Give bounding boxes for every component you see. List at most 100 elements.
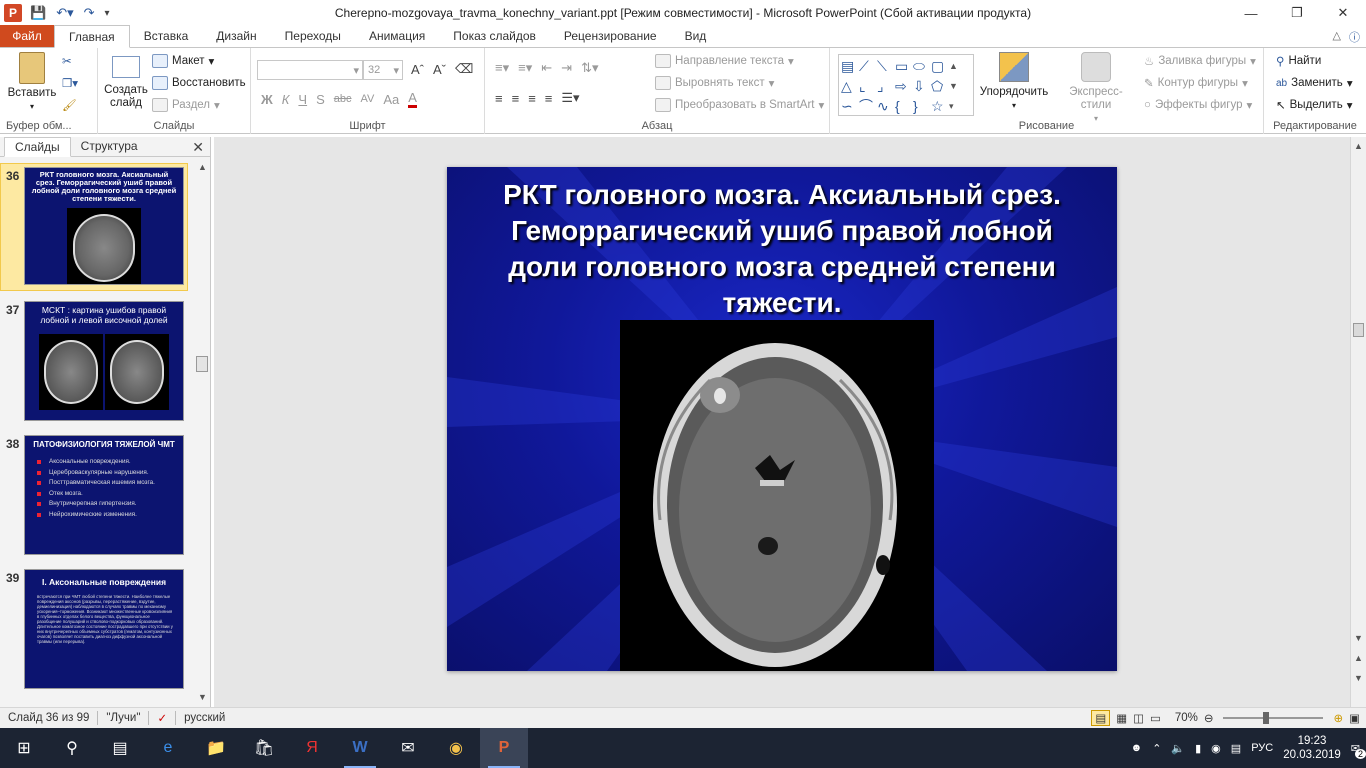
zoom-slider[interactable] (1223, 712, 1324, 724)
help-icon[interactable]: ⓘ (1349, 29, 1360, 45)
theme-name[interactable]: "Лучи" (106, 712, 140, 724)
close-icon[interactable]: ✕ (1320, 0, 1366, 26)
yandex-browser-icon[interactable]: Я (288, 728, 336, 768)
underline-button[interactable]: Ч (298, 92, 307, 107)
copy-button[interactable]: ❐▾ (62, 76, 78, 90)
zoom-slider-knob[interactable] (1263, 712, 1270, 724)
close-panel-icon[interactable]: ✕ (192, 139, 204, 156)
cut-button[interactable]: ✂ (62, 54, 72, 68)
tab-insert[interactable]: Вставка (130, 25, 203, 47)
tab-design[interactable]: Дизайн (202, 25, 270, 47)
tab-home[interactable]: Главная (54, 25, 130, 48)
tab-file[interactable]: Файл (0, 25, 54, 47)
powerpoint-taskbar-icon[interactable]: P (480, 728, 528, 768)
redo-icon[interactable]: ↷ (84, 5, 95, 21)
smartart-button[interactable]: Преобразовать в SmartArt ▾ (655, 98, 824, 112)
panel-scrollbar[interactable]: ▲ ▼ (194, 160, 210, 705)
normal-view-icon[interactable]: ▤ (1091, 710, 1111, 726)
scroll-down-icon[interactable]: ▼ (1354, 633, 1363, 643)
shadow-button[interactable]: S (316, 92, 325, 107)
layout-button[interactable]: Макет ▾ (152, 54, 214, 68)
tab-slides-panel[interactable]: Слайды (4, 137, 71, 157)
triangle-shape-icon[interactable]: △ (841, 76, 859, 96)
arrow-right-shape-icon[interactable]: ⇨ (895, 76, 913, 96)
shapes-gallery[interactable]: ▤ ⟋ ⟍ ▭ ⬭ ▢ ▲ △ ⌞ ⌟ ⇨ ⇩ ⬠ ▼ ∽ ⌒ ∿{} ☆ ▾ (838, 54, 974, 116)
volume-icon[interactable]: 🔈 (1171, 742, 1185, 755)
star-shape-icon[interactable]: ☆ (931, 96, 949, 116)
powerpoint-app-icon[interactable]: P (4, 4, 22, 22)
undo-icon[interactable]: ↶▾ (56, 5, 73, 21)
curve-shape-icon[interactable]: ∽ (841, 96, 859, 116)
minimize-ribbon-icon[interactable]: △ (1333, 29, 1341, 45)
textbox-shape-icon[interactable]: ▤ (841, 56, 859, 76)
slideshow-icon[interactable]: ▭ (1150, 711, 1161, 725)
minimize-icon[interactable]: — (1228, 0, 1274, 26)
numbering-icon[interactable]: ≡▾ (518, 60, 532, 76)
windows-start-icon[interactable]: ⊞ (0, 728, 48, 768)
network-icon[interactable]: ▤ (1231, 742, 1241, 755)
tab-animation[interactable]: Анимация (355, 25, 439, 47)
bullets-icon[interactable]: ≡▾ (495, 60, 509, 76)
grow-font-icon[interactable]: Aˆ (411, 62, 424, 77)
battery-icon[interactable]: ▮ (1195, 742, 1201, 755)
tab-outline-panel[interactable]: Структура (71, 136, 148, 156)
edge-browser-icon[interactable]: e (144, 728, 192, 768)
input-language[interactable]: РУС (1251, 742, 1273, 754)
zoom-level[interactable]: 70% (1175, 712, 1198, 724)
tab-view[interactable]: Вид (671, 25, 721, 47)
scroll-up-icon[interactable]: ▲ (198, 162, 207, 172)
shrink-font-icon[interactable]: Aˇ (433, 62, 446, 77)
align-text-button[interactable]: Выровнять текст ▾ (655, 76, 774, 90)
text-direction-button[interactable]: Направление текста ▾ (655, 54, 794, 68)
search-icon[interactable]: ⚲ (48, 728, 96, 768)
select-button[interactable]: ↖ Выделить ▾ (1276, 98, 1352, 112)
align-left-icon[interactable]: ≡ (495, 91, 503, 106)
mail-icon[interactable]: ✉ (384, 728, 432, 768)
section-button[interactable]: Раздел ▾ (152, 98, 220, 112)
arrow-down-shape-icon[interactable]: ⇩ (913, 76, 931, 96)
arrange-button[interactable]: Упорядочить ▾ (978, 52, 1050, 112)
align-center-icon[interactable]: ≡ (512, 91, 520, 106)
save-icon[interactable]: 💾 (30, 5, 46, 21)
file-explorer-icon[interactable]: 📁 (192, 728, 240, 768)
roundrect-shape-icon[interactable]: ▢ (931, 56, 949, 76)
line-spacing-icon[interactable]: ⇅▾ (581, 60, 598, 76)
tab-slideshow[interactable]: Показ слайдов (439, 25, 550, 47)
bold-button[interactable]: Ж (261, 92, 273, 107)
replace-button[interactable]: ab Заменить ▾ (1276, 76, 1353, 90)
clock[interactable]: 19:23 20.03.2019 (1283, 734, 1341, 762)
find-button[interactable]: ⚲ Найти (1276, 54, 1321, 68)
scroll-up-icon[interactable]: ▲ (1354, 141, 1363, 151)
freeform-shape-icon[interactable]: ∿ (877, 96, 895, 116)
shape-fill-button[interactable]: ♨ Заливка фигуры ▾ (1144, 54, 1256, 68)
task-view-icon[interactable]: ▤ (96, 728, 144, 768)
line2-shape-icon[interactable]: ⟍ (877, 56, 895, 76)
slide-title[interactable]: РКТ головного мозга. Аксиальный срез. Ге… (477, 177, 1087, 321)
notifications-icon[interactable]: ✉ 2 (1351, 742, 1366, 759)
elbow2-shape-icon[interactable]: ⌟ (877, 76, 895, 96)
elbow-shape-icon[interactable]: ⌞ (859, 76, 877, 96)
tab-transitions[interactable]: Переходы (271, 25, 355, 47)
main-slide[interactable]: РКТ головного мозга. Аксиальный срез. Ге… (447, 167, 1117, 671)
store-icon[interactable]: 🛍 (240, 728, 288, 768)
word-icon[interactable]: W (336, 728, 384, 768)
change-case-button[interactable]: Aa (383, 92, 399, 107)
next-slide-icon[interactable]: ▼ (1354, 673, 1363, 683)
arc-shape-icon[interactable]: ⌒ (859, 96, 877, 116)
line-shape-icon[interactable]: ⟋ (859, 56, 877, 76)
people-icon[interactable]: ☻ (1131, 742, 1143, 754)
restore-icon[interactable]: ❐ (1274, 0, 1320, 26)
shape-effects-button[interactable]: ○ Эффекты фигур ▾ (1144, 98, 1252, 112)
language-indicator[interactable]: русский (184, 712, 225, 724)
clear-format-icon[interactable]: ⌫ (455, 61, 473, 77)
columns-icon[interactable]: ☰▾ (561, 90, 579, 106)
slide-scrollbar[interactable]: ▲ ▼ ▲ ▼ (1350, 137, 1366, 707)
shape-outline-button[interactable]: ✎ Контур фигуры ▾ (1144, 76, 1248, 90)
chrome-icon[interactable]: ◉ (432, 728, 480, 768)
tray-chevron-icon[interactable]: ⌃ (1152, 742, 1161, 755)
decrease-indent-icon[interactable]: ⇤ (541, 60, 552, 76)
paste-button[interactable]: Вставить ▾ (6, 52, 58, 113)
gallery-more-icon[interactable]: ▾ (949, 96, 967, 116)
previous-slide-icon[interactable]: ▲ (1354, 653, 1363, 663)
justify-icon[interactable]: ≡ (545, 91, 553, 106)
